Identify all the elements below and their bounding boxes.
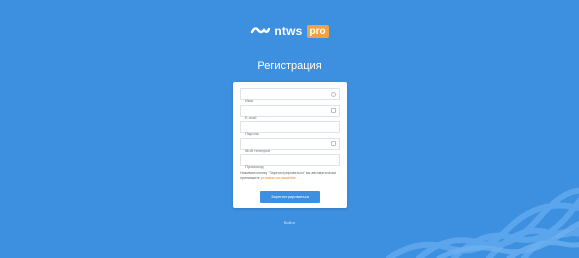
page-title: Регистрация — [257, 60, 322, 72]
email-field[interactable] — [240, 104, 340, 123]
logo-text: ntws — [274, 24, 303, 38]
logo-badge: pro — [306, 24, 329, 38]
logo-wave-icon — [251, 27, 271, 34]
promo-code-field[interactable] — [240, 154, 340, 172]
info-icon — [331, 91, 336, 97]
registration-card: Нажимая кнопку "Зарегистрироваться" вы а… — [233, 82, 347, 208]
promo-code-input[interactable] — [241, 161, 339, 172]
phone-icon — [331, 141, 336, 147]
mail-icon — [331, 108, 336, 114]
logo: ntws pro — [0, 24, 579, 38]
login-link[interactable]: Войти — [0, 220, 579, 225]
decorative-waves — [386, 187, 579, 258]
terms-notice: Нажимая кнопку "Зарегистрироваться" вы а… — [240, 171, 340, 181]
password-field[interactable] — [240, 121, 340, 139]
name-field[interactable] — [240, 88, 340, 106]
terms-link[interactable]: условия соглашения — [261, 176, 296, 180]
phone-field[interactable] — [240, 137, 340, 156]
register-button[interactable]: Зарегистрироваться — [260, 190, 320, 203]
